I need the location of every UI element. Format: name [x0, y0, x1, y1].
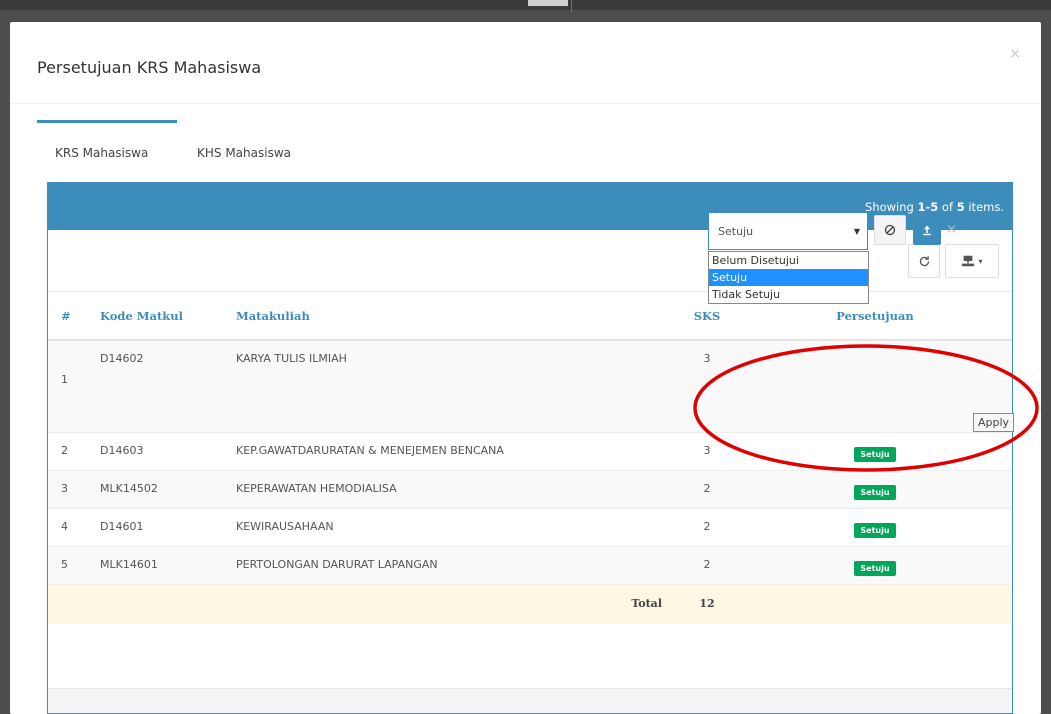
row-num: 2: [48, 431, 100, 470]
krs-approval-modal: Persetujuan KRS Mahasiswa × KRS Mahasisw…: [10, 22, 1041, 714]
row-num: 4: [48, 507, 100, 546]
status-badge[interactable]: Setuju: [854, 484, 896, 500]
backdrop-line: [571, 0, 572, 12]
reset-button[interactable]: [874, 215, 906, 245]
row-matakuliah: KARYA TULIS ILMIAH: [236, 339, 678, 432]
modal-title: Persetujuan KRS Mahasiswa: [37, 58, 262, 77]
option-belum-disetujui[interactable]: Belum Disetujui: [709, 252, 868, 269]
caret-down-icon: ▼: [853, 227, 860, 236]
table-row: 5 MLK14601 PERTOLONGAN DARURAT LAPANGAN …: [48, 545, 1012, 584]
row-matakuliah: KEWIRAUSAHAAN: [236, 507, 678, 546]
row-sks: 2: [678, 469, 736, 508]
caret-down-icon: ▾: [978, 256, 983, 266]
backdrop-handle: [528, 0, 568, 6]
krs-table: # Kode Matkul Matakuliah SKS Persetujuan…: [48, 292, 1012, 624]
upload-icon: [923, 225, 931, 236]
total-row: Total 12: [48, 583, 1012, 624]
modal-header: Persetujuan KRS Mahasiswa ×: [10, 22, 1041, 104]
tab-krs-mahasiswa[interactable]: KRS Mahasiswa: [37, 120, 177, 166]
row-sks: 2: [678, 545, 736, 584]
approval-editor: Setuju ▼ ×: [708, 212, 983, 252]
table-row: 2 D14603 KEP.GAWATDARURATAN & MENEJEMEN …: [48, 431, 1012, 470]
approval-select-value: Setuju: [718, 225, 754, 238]
table-row: 4 D14601 KEWIRAUSAHAAN 2 Setuju: [48, 507, 1012, 546]
total-value: 12: [678, 583, 736, 624]
tabs: KRS Mahasiswa KHS Mahasiswa: [37, 120, 1017, 166]
row-num: 3: [48, 469, 100, 508]
grid-footer: [48, 688, 1012, 713]
modal-close-button[interactable]: ×: [1009, 46, 1021, 62]
refresh-icon: [919, 255, 929, 266]
row-sks: 3: [678, 339, 736, 432]
ban-icon: [884, 224, 896, 236]
row-matakuliah: PERTOLONGAN DARURAT LAPANGAN: [236, 545, 678, 584]
status-badge[interactable]: Setuju: [854, 560, 896, 576]
row-sks: 3: [678, 431, 736, 470]
row-sks: 2: [678, 507, 736, 546]
option-tidak-setuju[interactable]: Tidak Setuju: [709, 286, 868, 303]
row-kode: D14601: [100, 507, 236, 546]
option-setuju[interactable]: Setuju: [709, 269, 868, 286]
status-badge[interactable]: Setuju: [854, 522, 896, 538]
table-row: 1 D14602 KARYA TULIS ILMIAH 3: [48, 339, 1012, 432]
status-badge[interactable]: Setuju: [854, 446, 896, 462]
row-persetujuan-editing: [736, 339, 1012, 432]
table-row: 3 MLK14502 KEPERAWATAN HEMODIALISA 2 Set…: [48, 469, 1012, 508]
col-header-kode[interactable]: Kode Matkul: [100, 292, 236, 341]
col-header-num[interactable]: #: [48, 292, 100, 341]
total-label: Total: [48, 583, 678, 624]
row-matakuliah: KEP.GAWATDARURATAN & MENEJEMEN BENCANA: [236, 431, 678, 470]
row-kode: D14603: [100, 431, 236, 470]
export-icon: [962, 255, 975, 267]
row-num: 5: [48, 545, 100, 584]
approval-select[interactable]: Setuju ▼: [708, 212, 868, 250]
apply-button[interactable]: [913, 215, 941, 245]
row-kode: MLK14601: [100, 545, 236, 584]
tab-khs-mahasiswa[interactable]: KHS Mahasiswa: [197, 120, 317, 166]
row-kode: D14602: [100, 339, 236, 432]
col-header-matakuliah[interactable]: Matakuliah: [236, 292, 678, 341]
approval-options-list: Belum Disetujui Setuju Tidak Setuju: [708, 251, 869, 304]
row-num: 1: [61, 373, 68, 386]
apply-tooltip: Apply: [973, 413, 1015, 432]
close-editor-button[interactable]: ×: [946, 222, 957, 237]
row-matakuliah: KEPERAWATAN HEMODIALISA: [236, 469, 678, 508]
backdrop-strip: [0, 0, 1051, 10]
row-kode: MLK14502: [100, 469, 236, 508]
